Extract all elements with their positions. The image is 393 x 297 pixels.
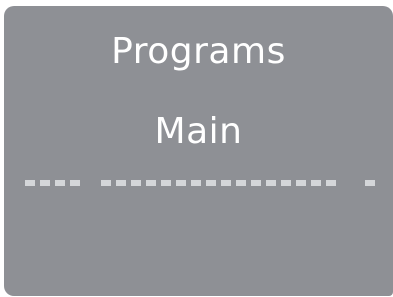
dash-segment <box>206 180 216 186</box>
dash-segment <box>266 180 276 186</box>
dash-segment <box>221 180 231 186</box>
dash-segment <box>236 180 246 186</box>
dash-segment <box>281 180 291 186</box>
program-name: Main <box>154 111 243 152</box>
dash-segment <box>326 180 336 186</box>
dash-segment <box>101 180 111 186</box>
dash-segment <box>131 180 141 186</box>
dash-segment <box>25 180 35 186</box>
dash-segment <box>251 180 261 186</box>
dash-segment <box>191 180 201 186</box>
dash-segment <box>296 180 306 186</box>
dash-segment <box>146 180 156 186</box>
dash-segment <box>176 180 186 186</box>
dash-segment <box>70 180 80 186</box>
screen-title: Programs <box>111 31 286 72</box>
dash-segment <box>40 180 50 186</box>
display-panel: Programs Main <box>4 6 393 296</box>
dash-segment <box>161 180 171 186</box>
dash-segment <box>116 180 126 186</box>
dash-segment <box>365 180 375 186</box>
dash-segment <box>55 180 65 186</box>
dotted-indicator <box>0 180 393 188</box>
dash-segment <box>311 180 321 186</box>
